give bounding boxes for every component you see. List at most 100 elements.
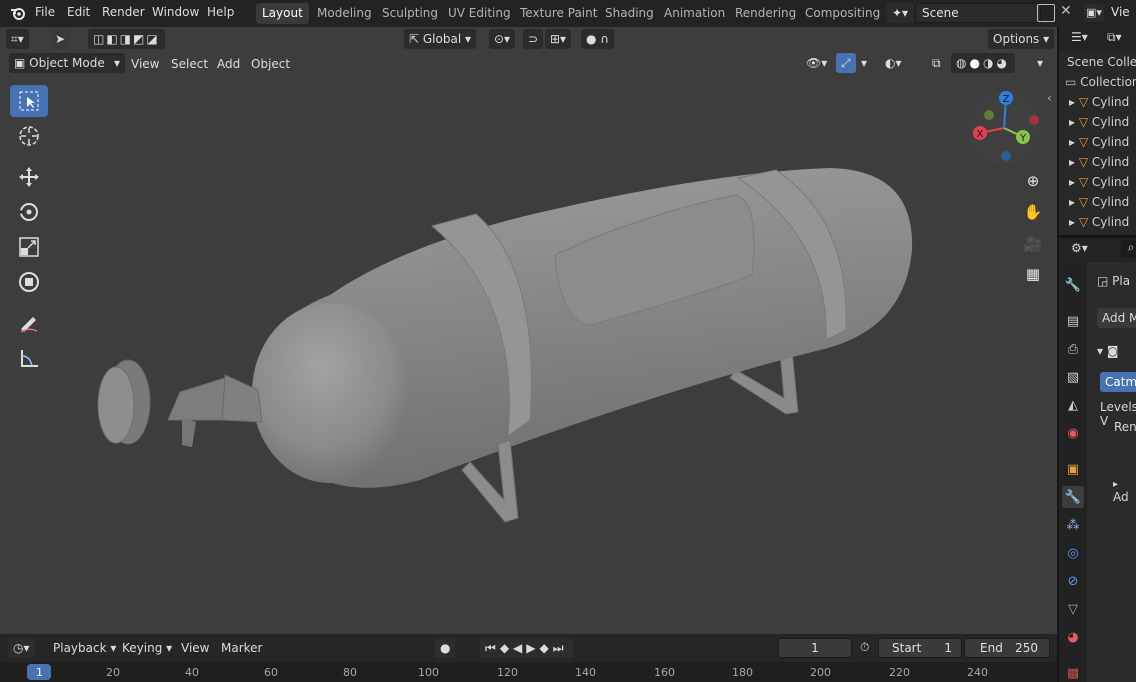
- gas-tank-model[interactable]: [0, 27, 1057, 634]
- new-scene-icon[interactable]: [1037, 4, 1055, 22]
- close-icon[interactable]: ✕: [1060, 3, 1072, 19]
- menu-render[interactable]: Render: [102, 5, 145, 19]
- mesh-object-icon: ▽: [1078, 135, 1092, 149]
- menu-marker[interactable]: Marker: [221, 641, 262, 655]
- blender-logo-icon[interactable]: [9, 4, 27, 25]
- tab-texture-paint[interactable]: Texture Paint: [514, 3, 603, 24]
- expand-arrow-icon[interactable]: ▸: [1069, 215, 1079, 229]
- view-layer-icon[interactable]: ▣▾: [1084, 4, 1104, 22]
- menu-edit[interactable]: Edit: [67, 5, 90, 19]
- subdivision-type-button[interactable]: Catmu: [1100, 372, 1136, 392]
- tab-shading[interactable]: Shading: [599, 3, 660, 24]
- mesh-object-icon: ▽: [1078, 195, 1092, 209]
- playback-controls[interactable]: ⏮◆◀▶◆⏭: [480, 638, 573, 658]
- outliner-item[interactable]: ▸ ▽ Cylind: [1059, 152, 1136, 172]
- top-bar: File Edit Render Window Help Layout Mode…: [0, 0, 1136, 27]
- outliner-editor-icon[interactable]: ☰▾: [1071, 30, 1088, 44]
- next-keyframe-icon[interactable]: ◆: [540, 641, 553, 655]
- expand-arrow-icon[interactable]: ▸: [1069, 115, 1079, 129]
- outliner-panel[interactable]: ☰▾ ⧉▾ Scene Collect ▭ Collection ▸ ▽ Cyl…: [1059, 27, 1136, 235]
- outliner-filter-icon[interactable]: ⧉▾: [1107, 30, 1122, 45]
- properties-editor-icon[interactable]: ⚙▾: [1071, 241, 1088, 255]
- view-layer-name[interactable]: Vie: [1111, 5, 1130, 19]
- expand-arrow-icon[interactable]: ▸: [1069, 155, 1079, 169]
- outliner-item-label: Cylind: [1091, 115, 1130, 129]
- menu-window[interactable]: Window: [152, 5, 199, 19]
- play-reverse-icon[interactable]: ◀: [513, 641, 526, 655]
- expand-arrow-icon[interactable]: ▸: [1069, 175, 1079, 189]
- tab-animation[interactable]: Animation: [658, 3, 731, 24]
- 3d-viewport[interactable]: ⌗▾ ➤ ◫◧◨◩◪ ⇱ Global ▾ ⊙▾ ⊃ ⊞▾ ● ∩ Option…: [0, 27, 1057, 634]
- outliner-scene-row[interactable]: Scene Collect: [1059, 52, 1136, 72]
- collapse-arrow-icon[interactable]: ▾: [1097, 344, 1107, 358]
- wrench-icon: ◲: [1097, 274, 1113, 288]
- material-tab-icon[interactable]: ◕: [1062, 626, 1084, 648]
- world-tab-icon[interactable]: ◉: [1062, 422, 1084, 444]
- subdivision-icon: ◙: [1106, 344, 1119, 358]
- timeline-editor[interactable]: ◷▾ Playback ▾ Keying ▾ View Marker ● ⏮◆◀…: [0, 634, 1057, 682]
- tool-tab-icon[interactable]: 🔧: [1062, 274, 1084, 296]
- start-frame-field[interactable]: Start 1: [878, 638, 962, 658]
- area-divider[interactable]: [1057, 27, 1059, 682]
- expand-arrow-icon[interactable]: ▸: [1069, 195, 1079, 209]
- physics-tab-icon[interactable]: ◎: [1062, 542, 1084, 564]
- tab-compositing[interactable]: Compositing: [799, 3, 886, 24]
- modifier-tab-icon[interactable]: 🔧: [1062, 486, 1084, 508]
- menu-keying[interactable]: Keying ▾: [122, 641, 172, 655]
- jump-end-icon[interactable]: ⏭: [553, 641, 568, 655]
- add-modifier-button[interactable]: Add Mo: [1097, 308, 1136, 328]
- advanced-subpanel[interactable]: ▸ Ad: [1113, 476, 1136, 504]
- record-button[interactable]: ●: [435, 638, 456, 658]
- outliner-item-label: Cylind: [1091, 135, 1130, 149]
- tab-modeling[interactable]: Modeling: [311, 3, 378, 24]
- ruler-label: 180: [732, 666, 753, 679]
- outliner-item[interactable]: ▸ ▽ Cylind: [1059, 112, 1136, 132]
- constraints-tab-icon[interactable]: ⊘: [1062, 570, 1084, 592]
- timeline-editor-icon[interactable]: ◷▾: [8, 638, 35, 658]
- tab-sculpting[interactable]: Sculpting: [376, 3, 444, 24]
- outliner-item[interactable]: ▸ ▽ Cylind: [1059, 132, 1136, 152]
- outliner-item[interactable]: ▸ ▽ Cylind: [1059, 192, 1136, 212]
- outliner-item[interactable]: ▸ ▽ Cylind: [1059, 212, 1136, 232]
- jump-start-icon[interactable]: ⏮: [485, 641, 500, 655]
- tab-rendering[interactable]: Rendering: [729, 3, 802, 24]
- ruler-label: 80: [343, 666, 357, 679]
- expand-arrow-icon[interactable]: ▸: [1069, 95, 1079, 109]
- start-label: Start: [892, 641, 922, 655]
- tab-uv-editing[interactable]: UV Editing: [442, 3, 517, 24]
- properties-panel[interactable]: ⚙▾ ⌕ 🔧 ▤ ⎙ ▧ ◭ ◉ ▣ 🔧 ⁂ ◎ ⊘ ▽ ◕ ▩ ◲ Pla A…: [1059, 238, 1136, 682]
- menu-timeline-view[interactable]: View: [181, 641, 209, 655]
- object-tab-icon[interactable]: ▣: [1062, 458, 1084, 480]
- ruler-label: 240: [967, 666, 988, 679]
- play-icon[interactable]: ▶: [526, 641, 539, 655]
- outliner-item[interactable]: ▸ ▽ Cylind: [1059, 92, 1136, 112]
- render-tab-icon[interactable]: ▤: [1062, 310, 1084, 332]
- ruler-label: 20: [106, 666, 120, 679]
- scene-selector-icon[interactable]: ✦▾: [886, 3, 914, 23]
- prev-keyframe-icon[interactable]: ◆: [500, 641, 513, 655]
- end-frame-field[interactable]: End 250: [964, 638, 1050, 658]
- frame-ruler[interactable]: 1 20 40 60 80 100 120 140 160 180 200 22…: [0, 662, 1057, 682]
- area-divider[interactable]: [1059, 235, 1136, 238]
- properties-search-icon[interactable]: ⌕: [1121, 240, 1136, 258]
- ruler-label: 160: [654, 666, 675, 679]
- particles-tab-icon[interactable]: ⁂: [1062, 514, 1084, 536]
- current-frame-field[interactable]: 1: [778, 638, 852, 658]
- data-tab-icon[interactable]: ▽: [1062, 598, 1084, 620]
- outliner-scene-label: Scene Collect: [1067, 55, 1136, 69]
- outliner-item[interactable]: ▸ ▽ Cylind: [1059, 172, 1136, 192]
- scene-tab-icon[interactable]: ◭: [1062, 394, 1084, 416]
- expand-arrow-icon[interactable]: ▸: [1113, 479, 1118, 490]
- stopwatch-icon[interactable]: ⏱: [860, 640, 869, 655]
- tab-layout[interactable]: Layout: [256, 3, 309, 24]
- menu-file[interactable]: File: [35, 5, 55, 19]
- view-layer-tab-icon[interactable]: ▧: [1062, 366, 1084, 388]
- texture-tab-icon[interactable]: ▩: [1062, 662, 1084, 682]
- modifier-header[interactable]: ▾ ◙: [1097, 344, 1119, 358]
- output-tab-icon[interactable]: ⎙: [1062, 338, 1084, 360]
- outliner-collection-row[interactable]: ▭ Collection: [1059, 72, 1136, 92]
- scene-name-field[interactable]: Scene: [915, 3, 1041, 23]
- menu-help[interactable]: Help: [207, 5, 234, 19]
- menu-playback[interactable]: Playback ▾: [53, 641, 116, 655]
- expand-arrow-icon[interactable]: ▸: [1069, 135, 1079, 149]
